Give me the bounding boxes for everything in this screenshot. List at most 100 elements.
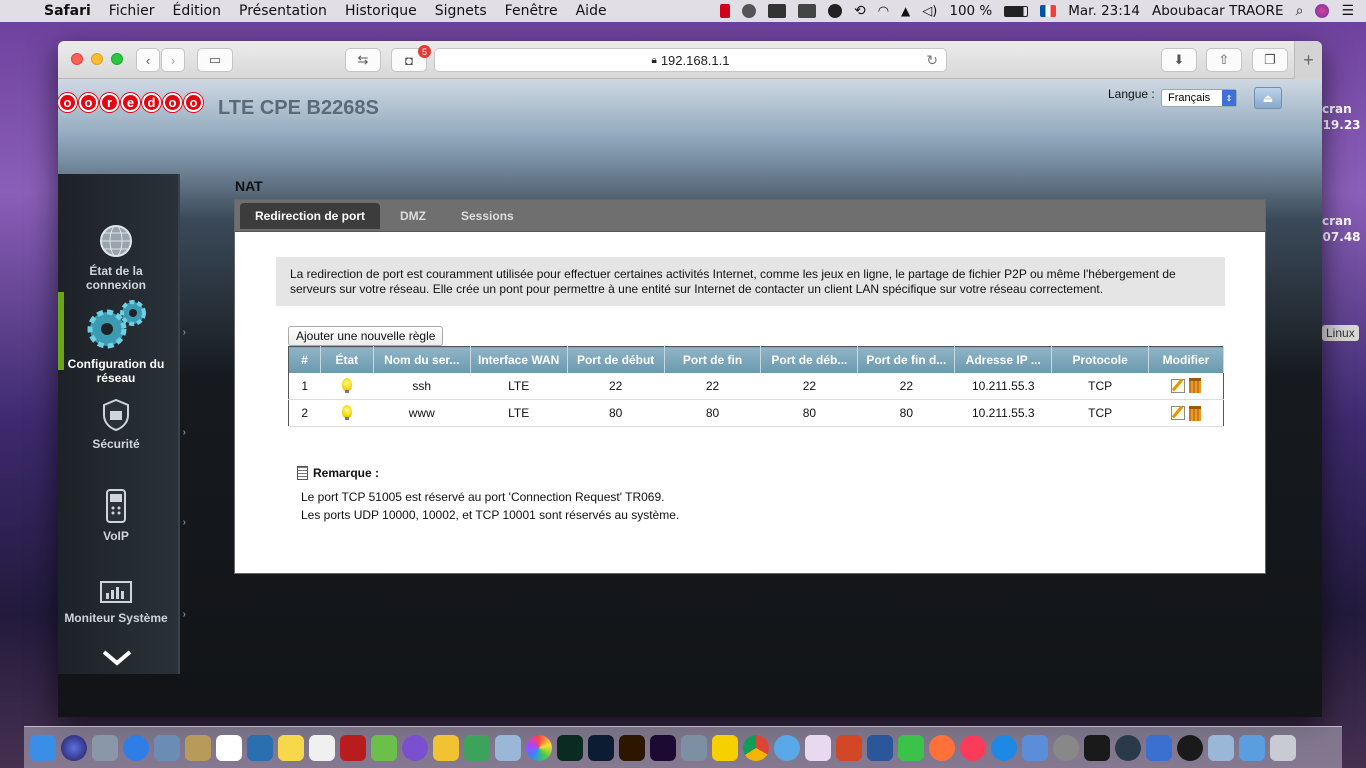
scroll-down-icon[interactable] bbox=[102, 649, 132, 672]
tab-port-forwarding[interactable]: Redirection de port bbox=[240, 203, 381, 229]
wifi-icon[interactable]: ◠ bbox=[878, 4, 889, 19]
launchpad-icon[interactable] bbox=[92, 734, 118, 761]
menu-historique[interactable]: Historique bbox=[336, 3, 426, 19]
app-icon[interactable] bbox=[1115, 734, 1141, 761]
nav-voip[interactable]: VoIP › bbox=[58, 489, 186, 543]
menu-fichier[interactable]: Fichier bbox=[100, 3, 164, 19]
new-tab-button[interactable]: + bbox=[1294, 41, 1322, 79]
eject-icon[interactable]: ▲ bbox=[901, 4, 910, 18]
app-icon[interactable] bbox=[185, 734, 211, 761]
tab-sessions[interactable]: Sessions bbox=[446, 203, 529, 229]
android-studio-icon[interactable] bbox=[464, 734, 490, 761]
zoom-window-button[interactable] bbox=[111, 53, 123, 65]
column-header[interactable]: État bbox=[320, 346, 374, 373]
app-icon[interactable] bbox=[402, 734, 428, 761]
menu-fenetre[interactable]: Fenêtre bbox=[496, 3, 567, 19]
column-header[interactable]: Nom du ser... bbox=[373, 346, 471, 373]
nav-security[interactable]: Sécurité › bbox=[58, 399, 186, 451]
reminders-icon[interactable] bbox=[309, 734, 335, 761]
minimize-window-button[interactable] bbox=[91, 53, 103, 65]
trash-bin-icon[interactable] bbox=[1270, 734, 1296, 761]
time-machine-icon[interactable]: ⟲ bbox=[854, 3, 866, 19]
menu-tray-icon[interactable] bbox=[767, 4, 786, 18]
tab-dmz[interactable]: DMZ bbox=[385, 203, 441, 229]
menu-aide[interactable]: Aide bbox=[567, 3, 616, 19]
audition-icon[interactable] bbox=[557, 734, 583, 761]
lightbulb-icon[interactable] bbox=[341, 377, 352, 393]
firefox-icon[interactable] bbox=[929, 734, 955, 761]
column-header[interactable]: Modifier bbox=[1148, 346, 1224, 373]
toggle-button[interactable]: ⇆ bbox=[345, 48, 381, 72]
filezilla-icon[interactable] bbox=[340, 734, 366, 761]
desktop-file-label[interactable]: cran bbox=[1322, 214, 1352, 228]
language-select[interactable]: Français ⇕ bbox=[1161, 89, 1237, 107]
powerpoint-icon[interactable] bbox=[836, 734, 862, 761]
lightbulb-icon[interactable] bbox=[341, 405, 352, 420]
column-header[interactable]: Port de déb... bbox=[760, 346, 859, 373]
logout-button[interactable]: ⏏ bbox=[1254, 87, 1282, 109]
siri-app-icon[interactable] bbox=[61, 734, 87, 761]
app-icon[interactable] bbox=[1208, 734, 1234, 761]
address-bar[interactable]: 🔒︎ 192.168.1.1 ↻ bbox=[434, 48, 947, 72]
desktop-file-label[interactable]: cran bbox=[1322, 102, 1352, 116]
messages-icon[interactable] bbox=[774, 734, 800, 761]
column-header[interactable]: Protocole bbox=[1051, 346, 1150, 373]
app-icon[interactable] bbox=[1177, 734, 1203, 761]
facetime-icon[interactable] bbox=[898, 734, 924, 761]
desktop-file-label[interactable]: .19.23 bbox=[1318, 118, 1361, 132]
app-icon[interactable] bbox=[495, 734, 521, 761]
menu-signets[interactable]: Signets bbox=[426, 3, 496, 19]
maps-icon[interactable] bbox=[371, 734, 397, 761]
nav-connection-status[interactable]: État de la connexion bbox=[58, 224, 174, 292]
desktop-file-label[interactable]: .07.48 bbox=[1318, 230, 1361, 244]
column-header[interactable]: Port de fin d... bbox=[857, 346, 956, 373]
app-icon[interactable] bbox=[433, 734, 459, 761]
calendar-icon[interactable] bbox=[216, 734, 242, 761]
edit-icon[interactable] bbox=[1170, 406, 1185, 421]
folder-icon[interactable] bbox=[1239, 734, 1265, 761]
nav-system-monitor[interactable]: Moniteur Système › bbox=[58, 581, 186, 625]
safari-icon[interactable] bbox=[123, 734, 149, 761]
chrome-icon[interactable] bbox=[743, 734, 769, 761]
terminal-icon[interactable] bbox=[1084, 734, 1110, 761]
edit-icon[interactable] bbox=[1170, 378, 1185, 393]
notes-icon[interactable] bbox=[278, 734, 304, 761]
finder-icon[interactable] bbox=[30, 734, 56, 761]
column-header[interactable]: Adresse IP ... bbox=[954, 346, 1053, 373]
ooredoo-logo[interactable]: o o r e d o o bbox=[58, 93, 203, 112]
parallels-icon[interactable] bbox=[719, 4, 730, 18]
nav-network-config[interactable]: Configuration du réseau › bbox=[58, 299, 186, 385]
app-icon[interactable] bbox=[247, 734, 273, 761]
trash-icon[interactable] bbox=[1188, 378, 1201, 394]
menu-app-name[interactable]: Safari bbox=[30, 3, 100, 19]
downloads-button[interactable]: ⬇ bbox=[1161, 48, 1197, 72]
menu-edition[interactable]: Édition bbox=[164, 3, 230, 19]
sidebar-toggle-button[interactable]: ▭ bbox=[197, 48, 233, 72]
premiere-icon[interactable] bbox=[650, 734, 676, 761]
tabs-overview-button[interactable]: ❐ bbox=[1252, 48, 1288, 72]
flag-fr-icon[interactable] bbox=[1040, 5, 1057, 17]
forward-button[interactable]: › bbox=[161, 48, 185, 72]
nvidia-icon[interactable] bbox=[797, 4, 816, 18]
photoshop-icon[interactable] bbox=[588, 734, 614, 761]
column-header[interactable]: Interface WAN bbox=[470, 346, 568, 373]
menu-presentation[interactable]: Présentation bbox=[230, 3, 336, 19]
word-icon[interactable] bbox=[867, 734, 893, 761]
virtualbox-icon[interactable] bbox=[681, 734, 707, 761]
desktop-linux-label[interactable]: Linux bbox=[1322, 325, 1359, 341]
app-store-icon[interactable] bbox=[991, 734, 1017, 761]
table-row[interactable]: 1 ssh LTE 22 22 22 22 10.211.55.3 TCP bbox=[288, 372, 1224, 400]
menu-user[interactable]: Aboubacar TRAORE bbox=[1152, 3, 1284, 19]
system-preferences-icon[interactable] bbox=[1053, 734, 1079, 761]
preview-icon[interactable] bbox=[154, 734, 180, 761]
share-button[interactable]: ⇧ bbox=[1206, 48, 1242, 72]
thunderbird-icon[interactable] bbox=[1022, 734, 1048, 761]
back-button[interactable]: ‹ bbox=[136, 48, 160, 72]
xampp-icon[interactable] bbox=[712, 734, 738, 761]
activity-icon[interactable] bbox=[827, 4, 842, 18]
close-window-button[interactable] bbox=[71, 53, 83, 65]
illustrator-icon[interactable] bbox=[619, 734, 645, 761]
menu-clock[interactable]: Mar. 23:14 bbox=[1068, 3, 1140, 19]
trash-icon[interactable] bbox=[1188, 405, 1201, 421]
battery-icon[interactable] bbox=[1004, 5, 1029, 17]
